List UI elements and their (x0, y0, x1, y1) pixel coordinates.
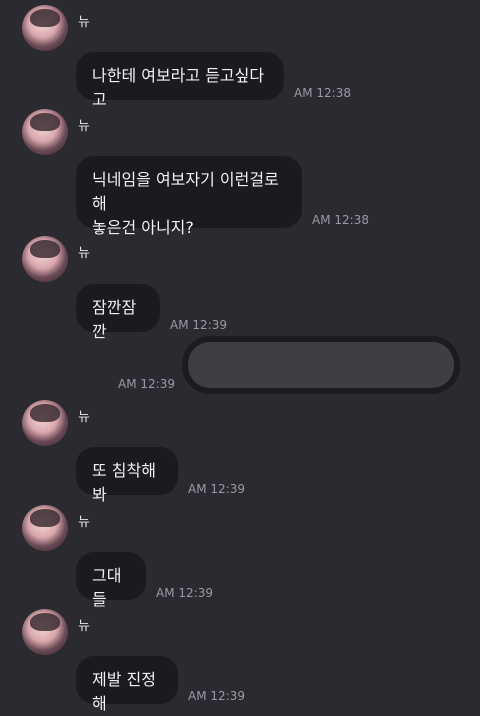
message-time: AM 12:39 (170, 318, 227, 332)
message-bubble[interactable]: 나한테 여보라고 듣고싶다고 (76, 52, 284, 109)
message-bubble[interactable]: 그대들 (76, 552, 146, 609)
message-bubble[interactable]: 제발 진정해 (76, 656, 178, 713)
message-time: AM 12:39 (156, 586, 213, 600)
message-bubble[interactable]: 또 침착해봐 (76, 447, 178, 504)
sender-name: 뉴 (78, 410, 91, 425)
message-time: AM 12:39 (118, 377, 175, 391)
avatar[interactable] (22, 109, 68, 155)
avatar[interactable] (22, 609, 68, 655)
message-time: AM 12:38 (294, 86, 351, 100)
message-bubble[interactable]: 잠깐잠깐 (76, 284, 160, 341)
avatar[interactable] (22, 400, 68, 446)
avatar[interactable] (22, 505, 68, 551)
message-time: AM 12:38 (312, 213, 369, 227)
message-bubble[interactable]: 닉네임을 여보자기 이런걸로 해 놓은건 아니지? (76, 156, 302, 237)
chat-thread[interactable]: 뉴 나한테 여보라고 듣고싶다고 AM 12:38 뉴 닉네임을 여보자기 이런… (0, 0, 480, 713)
message-time: AM 12:39 (188, 689, 245, 703)
sender-name: 뉴 (78, 15, 91, 30)
sender-name: 뉴 (78, 619, 91, 634)
message-time: AM 12:39 (188, 482, 245, 496)
sender-name: 뉴 (78, 515, 91, 530)
avatar[interactable] (22, 236, 68, 282)
redacted-message-bubble[interactable] (188, 342, 454, 388)
sender-name: 뉴 (78, 119, 91, 134)
avatar[interactable] (22, 5, 68, 51)
sender-name: 뉴 (78, 246, 91, 261)
